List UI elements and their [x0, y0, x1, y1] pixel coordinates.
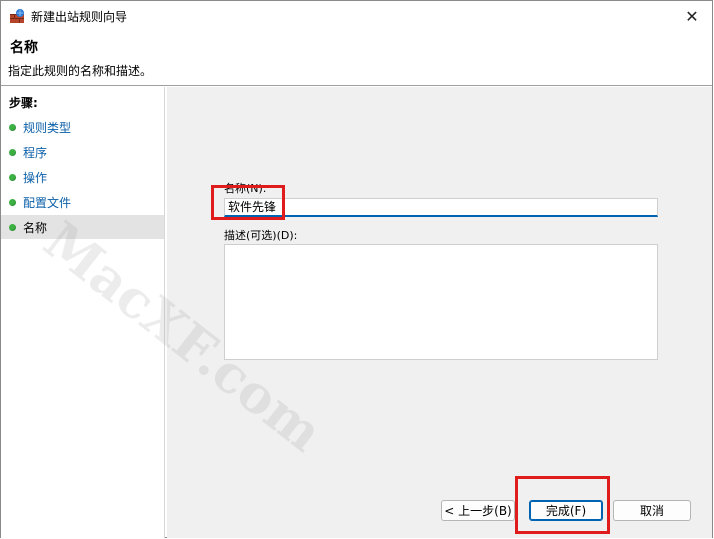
title-bar: 新建出站规则向导 ✕ [1, 1, 712, 31]
step-complete-dot-icon [9, 173, 16, 181]
window-title: 新建出站规则向导 [31, 10, 128, 24]
steps-sidebar: 步骤: 规则类型 程序 操作 配置文件 名称 [1, 87, 165, 538]
close-icon[interactable]: ✕ [680, 4, 704, 28]
step-complete-dot-icon [9, 223, 16, 231]
step-label: 配置文件 [23, 195, 72, 210]
name-field-label: 名称(N): [224, 182, 267, 195]
description-textarea[interactable] [224, 244, 658, 360]
step-complete-dot-icon [9, 123, 16, 131]
page-description: 指定此规则的名称和描述。 [8, 64, 153, 78]
step-program[interactable]: 程序 [1, 140, 164, 164]
wizard-header: 名称 指定此规则的名称和描述。 [1, 31, 712, 84]
step-action[interactable]: 操作 [1, 165, 164, 189]
name-input[interactable]: 软件先锋 [224, 198, 658, 217]
finish-button[interactable]: 完成(F) [529, 500, 603, 521]
header-divider [1, 85, 712, 86]
cancel-button[interactable]: 取消 [613, 500, 691, 521]
firewall-icon [10, 9, 24, 23]
step-label: 名称 [23, 220, 48, 235]
wizard-content: 名称(N): 软件先锋 描述(可选)(D): < 上一步(B) 完成(F) 取消 [167, 87, 712, 538]
step-label: 操作 [23, 170, 48, 185]
wizard-window: 新建出站规则向导 ✕ 名称 指定此规则的名称和描述。 步骤: 规则类型 程序 操… [0, 0, 713, 538]
step-complete-dot-icon [9, 198, 16, 206]
step-profile[interactable]: 配置文件 [1, 190, 164, 214]
steps-heading: 步骤: [9, 96, 38, 110]
step-complete-dot-icon [9, 148, 16, 156]
step-rule-type[interactable]: 规则类型 [1, 115, 164, 139]
description-field-label: 描述(可选)(D): [224, 229, 298, 242]
page-title: 名称 [10, 40, 38, 56]
back-button[interactable]: < 上一步(B) [441, 500, 515, 521]
step-name[interactable]: 名称 [1, 215, 164, 239]
step-label: 程序 [23, 145, 48, 160]
step-label: 规则类型 [23, 120, 72, 135]
